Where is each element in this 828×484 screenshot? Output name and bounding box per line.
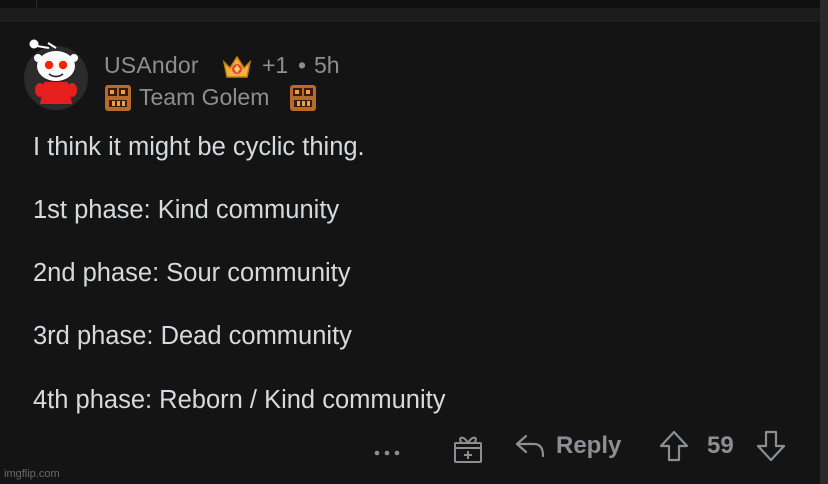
comment-line: 4th phase: Reborn / Kind community (33, 386, 446, 414)
comment-line: 2nd phase: Sour community (33, 259, 351, 287)
thread-line (36, 0, 37, 8)
reply-arrow-icon[interactable] (514, 432, 546, 460)
comment-age: 5h (314, 52, 340, 78)
upvote-arrow-icon[interactable] (658, 428, 690, 464)
comment-author[interactable]: USAndor (104, 52, 199, 79)
comment-line: 1st phase: Kind community (33, 196, 340, 224)
vote-count: 59 (707, 432, 734, 459)
comment-line: I think it might be cyclic thing. (33, 133, 365, 161)
downvote-arrow-icon[interactable] (755, 428, 787, 464)
crown-award-icon (221, 52, 253, 80)
comment-divider (0, 8, 820, 22)
user-avatar[interactable] (22, 38, 90, 110)
watermark: imgflip.com (4, 468, 60, 480)
golem-flair-icon (289, 84, 317, 112)
scrollbar[interactable] (820, 0, 828, 484)
golem-flair-icon (104, 84, 132, 112)
score-change: +1 (262, 52, 289, 78)
snoo-avatar-icon (24, 39, 88, 110)
reply-button[interactable]: Reply (556, 432, 621, 460)
meta-separator: • (298, 52, 307, 78)
more-options-icon[interactable] (372, 444, 402, 456)
comment-line: 3rd phase: Dead community (33, 322, 352, 350)
gift-award-icon[interactable] (452, 432, 484, 464)
top-band (0, 0, 828, 8)
user-flair: Team Golem (139, 84, 270, 110)
